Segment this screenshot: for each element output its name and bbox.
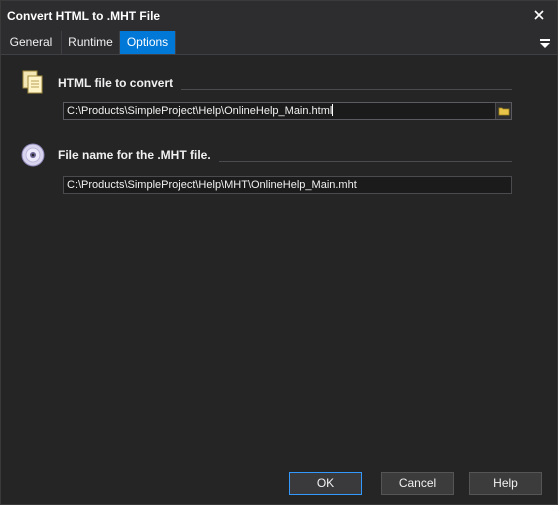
tab-general[interactable]: General	[1, 31, 62, 54]
mht-file-value: C:\Products\SimpleProject\Help\MHT\Onlin…	[67, 179, 357, 191]
text-caret	[332, 104, 334, 116]
options-panel: HTML file to convert C:\Products\SimpleP…	[1, 55, 557, 504]
help-button-label: Help	[493, 476, 518, 490]
menu-dropdown-icon	[540, 39, 550, 48]
cancel-button-label: Cancel	[398, 476, 437, 490]
mht-file-label: File name for the .MHT file.	[58, 148, 219, 162]
tab-general-label: General	[9, 35, 53, 49]
cancel-button[interactable]: Cancel	[381, 472, 454, 495]
html-file-input[interactable]: C:\Products\SimpleProject\Help\OnlineHel…	[63, 102, 512, 120]
dialog-window: Convert HTML to .MHT File General Runtim…	[0, 0, 558, 505]
close-icon	[534, 10, 544, 20]
ok-button[interactable]: OK	[289, 472, 362, 495]
html-file-label: HTML file to convert	[58, 76, 182, 90]
html-file-value: C:\Products\SimpleProject\Help\OnlineHel…	[67, 105, 333, 117]
help-button[interactable]: Help	[469, 472, 542, 495]
tab-bar: General Runtime Options	[1, 31, 557, 55]
tab-options-label: Options	[126, 35, 169, 49]
ok-button-label: OK	[316, 476, 335, 490]
tab-menu-button[interactable]	[539, 37, 551, 49]
title-bar: Convert HTML to .MHT File	[1, 1, 557, 31]
disc-icon	[19, 141, 47, 169]
mht-file-input[interactable]: C:\Products\SimpleProject\Help\MHT\Onlin…	[63, 176, 512, 194]
folder-icon	[498, 107, 510, 116]
documents-icon	[19, 69, 47, 97]
close-button[interactable]	[531, 7, 547, 23]
tab-runtime[interactable]: Runtime	[62, 31, 120, 54]
window-title: Convert HTML to .MHT File	[7, 9, 161, 23]
browse-html-button[interactable]	[495, 103, 511, 119]
tab-options[interactable]: Options	[120, 31, 176, 54]
tab-runtime-label: Runtime	[68, 35, 113, 49]
